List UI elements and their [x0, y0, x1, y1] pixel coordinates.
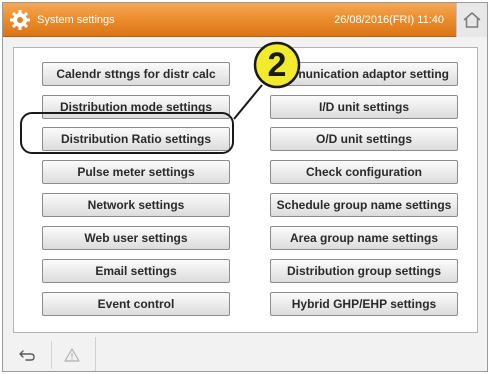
warning-button[interactable]: [51, 341, 92, 369]
back-arrow-icon: [19, 350, 35, 361]
schedule-group-name-button[interactable]: Schedule group name settings: [270, 193, 458, 217]
event-control-button[interactable]: Event control: [42, 292, 230, 316]
distribution-ratio-button[interactable]: Distribution Ratio settings: [42, 127, 230, 151]
window-frame: System settings 26/08/2016(FRI) 11:40 Ca…: [2, 2, 488, 372]
od-unit-settings-button[interactable]: O/D unit settings: [270, 127, 458, 151]
area-group-name-button[interactable]: Area group name settings: [270, 226, 458, 250]
datetime-display: 26/08/2016(FRI) 11:40: [334, 14, 444, 26]
home-button[interactable]: [456, 3, 487, 37]
header-bar: System settings 26/08/2016(FRI) 11:40: [3, 3, 456, 37]
id-unit-settings-button[interactable]: I/D unit settings: [270, 95, 458, 119]
check-configuration-button[interactable]: Check configuration: [270, 160, 458, 184]
network-settings-button[interactable]: Network settings: [42, 193, 230, 217]
calendar-settings-button[interactable]: Calendr sttngs for distr calc: [42, 62, 230, 86]
distribution-group-button[interactable]: Distribution group settings: [270, 259, 458, 283]
web-user-settings-button[interactable]: Web user settings: [42, 226, 230, 250]
distribution-mode-button[interactable]: Distribution mode settings: [42, 95, 230, 119]
communication-adaptor-button[interactable]: nunication adaptor setting: [270, 62, 458, 86]
footer-divider: [95, 337, 96, 371]
pulse-meter-button[interactable]: Pulse meter settings: [42, 160, 230, 184]
settings-panel: Calendr sttngs for distr calc Distributi…: [13, 47, 478, 333]
hybrid-ghp-ehp-button[interactable]: Hybrid GHP/EHP settings: [270, 292, 458, 316]
back-button[interactable]: [7, 341, 47, 369]
warning-icon: [64, 348, 80, 362]
page-title: System settings: [37, 14, 115, 26]
footer-bar: [3, 337, 487, 371]
home-icon: [463, 12, 481, 28]
gear-icon: [10, 10, 30, 30]
email-settings-button[interactable]: Email settings: [42, 259, 230, 283]
